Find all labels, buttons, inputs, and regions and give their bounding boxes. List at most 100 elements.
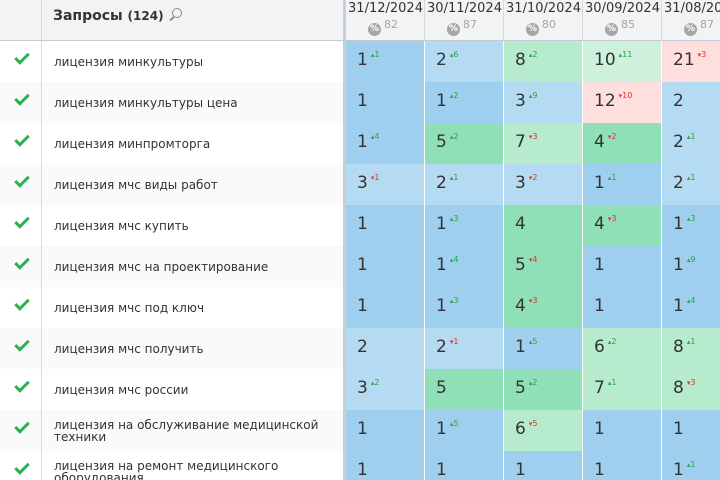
position-cell[interactable]: 81 <box>662 328 720 369</box>
position-cell[interactable]: 1 <box>583 410 662 451</box>
row-check-cell[interactable] <box>0 164 42 205</box>
search-icon[interactable] <box>172 8 183 18</box>
table-row[interactable]: лицензия мчс на проектирование 1 14 54 1 19 <box>0 246 720 287</box>
position-cell[interactable]: 43 <box>504 287 583 328</box>
position-cell[interactable]: 39 <box>504 82 583 123</box>
checkmark-icon <box>14 90 30 106</box>
row-check-cell[interactable] <box>0 328 42 369</box>
table-row[interactable]: лицензия на ремонт медицинского оборудов… <box>0 451 720 480</box>
date-column-header[interactable]: 31/12/2024% 82 <box>346 0 425 41</box>
query-cell[interactable]: лицензия на обслуживание медицинской тех… <box>42 410 343 451</box>
position-cell[interactable]: 1 <box>504 451 583 480</box>
position-cell[interactable]: 52 <box>504 369 583 410</box>
position-cell[interactable]: 15 <box>425 410 504 451</box>
table-row[interactable]: лицензия минкультуры1126821011213 <box>0 41 720 82</box>
row-check-cell[interactable] <box>0 451 42 480</box>
position-cell[interactable]: 1 <box>346 205 425 246</box>
header-queries[interactable]: Запросы (124) <box>42 0 343 41</box>
row-check-cell[interactable] <box>0 410 42 451</box>
query-cell[interactable]: лицензия мчс под ключ <box>42 287 343 328</box>
query-cell[interactable]: лицензия мчс получить <box>42 328 343 369</box>
position-cell[interactable]: 1 <box>583 451 662 480</box>
query-cell[interactable]: лицензия мчс купить <box>42 205 343 246</box>
position-cell[interactable]: 82 <box>504 41 583 82</box>
position-cell[interactable]: 65 <box>504 410 583 451</box>
position-cell[interactable]: 21 <box>425 164 504 205</box>
table-row[interactable]: лицензия минпромторга145273 42 21 <box>0 123 720 164</box>
position-cell[interactable]: 2 <box>346 328 425 369</box>
row-check-cell[interactable] <box>0 82 42 123</box>
position-cell[interactable]: 13 <box>425 205 504 246</box>
position-cell[interactable]: 2 <box>662 82 720 123</box>
position-cell[interactable]: 1 <box>662 410 720 451</box>
position-cell[interactable]: 13 <box>425 287 504 328</box>
position-cell[interactable]: 1 <box>583 246 662 287</box>
position-cell[interactable]: 21 <box>662 164 720 205</box>
position-cell[interactable]: 15 <box>504 328 583 369</box>
table-row[interactable]: лицензия мчс россии325527183 <box>0 369 720 410</box>
position-cell[interactable]: 11 <box>662 451 720 480</box>
row-check-cell[interactable] <box>0 123 42 164</box>
position-cell[interactable]: 1 <box>346 287 425 328</box>
date-column-header[interactable]: 31/08/2024%87 <box>662 0 720 41</box>
position-cell[interactable]: 21 <box>425 328 504 369</box>
table-row[interactable]: лицензия мчс виды работ3121321121 <box>0 164 720 205</box>
position-cell[interactable]: 11 <box>346 41 425 82</box>
position-cell[interactable]: 13 <box>662 205 720 246</box>
position-cell[interactable]: 54 <box>504 246 583 287</box>
column-separator[interactable] <box>343 0 346 480</box>
position-cell[interactable]: 1 <box>346 451 425 480</box>
position-cell[interactable]: 71 <box>583 369 662 410</box>
table-row[interactable]: лицензия мчс купить 1 13 4 43 13 <box>0 205 720 246</box>
query-cell[interactable]: лицензия минкультуры <box>42 41 343 82</box>
position-cell[interactable]: 14 <box>662 287 720 328</box>
position-cell[interactable]: 31 <box>346 164 425 205</box>
position-cell[interactable]: 26 <box>425 41 504 82</box>
position-cell[interactable]: 42 <box>583 123 662 164</box>
position-cell[interactable]: 73 <box>504 123 583 164</box>
position-cell[interactable]: 1 <box>346 82 425 123</box>
position-cell[interactable]: 32 <box>346 369 425 410</box>
row-check-cell[interactable] <box>0 205 42 246</box>
date-column-header[interactable]: 30/11/2024% 87 <box>425 0 504 41</box>
position-value: 42 <box>594 132 616 152</box>
position-cell[interactable]: 4 <box>504 205 583 246</box>
position-cell[interactable]: 12 <box>425 82 504 123</box>
position-cell[interactable]: 52 <box>425 123 504 164</box>
table-row[interactable]: лицензия на обслуживание медицинской тех… <box>0 410 720 451</box>
percent-icon: % <box>368 23 381 36</box>
query-cell[interactable]: лицензия минпромторга <box>42 123 343 164</box>
query-cell[interactable]: лицензия мчс россии <box>42 369 343 410</box>
position-cell[interactable]: 19 <box>662 246 720 287</box>
position-cell[interactable]: 1 <box>425 451 504 480</box>
position-cell[interactable]: 83 <box>662 369 720 410</box>
row-check-cell[interactable] <box>0 246 42 287</box>
position-cell[interactable]: 1210 <box>583 82 662 123</box>
query-cell[interactable]: лицензия минкультуры цена <box>42 82 343 123</box>
table-row[interactable]: лицензия минкультуры цена 1 12 39 1210 2 <box>0 82 720 123</box>
table-row[interactable]: лицензия мчс получить221156281 <box>0 328 720 369</box>
row-check-cell[interactable] <box>0 41 42 82</box>
position-cell[interactable]: 1 <box>346 246 425 287</box>
position-cell[interactable]: 5 <box>425 369 504 410</box>
position-cell[interactable]: 62 <box>583 328 662 369</box>
position-cell[interactable]: 21 <box>662 123 720 164</box>
query-cell[interactable]: лицензия мчс виды работ <box>42 164 343 205</box>
position-cell[interactable]: 32 <box>504 164 583 205</box>
position-cell[interactable]: 1011 <box>583 41 662 82</box>
position-cell[interactable]: 11 <box>583 164 662 205</box>
position-cell[interactable]: 1 <box>583 287 662 328</box>
row-check-cell[interactable] <box>0 287 42 328</box>
table-row[interactable]: лицензия мчс под ключ11343114 <box>0 287 720 328</box>
date-column-header[interactable]: 31/10/2024% 80 <box>504 0 583 41</box>
position-cell[interactable]: 14 <box>425 246 504 287</box>
query-cell[interactable]: лицензия мчс на проектирование <box>42 246 343 287</box>
position-cell[interactable]: 14 <box>346 123 425 164</box>
position-cell[interactable]: 43 <box>583 205 662 246</box>
position-cell[interactable]: 1 <box>346 410 425 451</box>
row-check-cell[interactable] <box>0 369 42 410</box>
query-cell[interactable]: лицензия на ремонт медицинского оборудов… <box>42 451 343 480</box>
position-cell[interactable]: 213 <box>662 41 720 82</box>
position-delta: 4 <box>687 296 696 305</box>
date-column-header[interactable]: 30/09/2024% 85 <box>583 0 662 41</box>
